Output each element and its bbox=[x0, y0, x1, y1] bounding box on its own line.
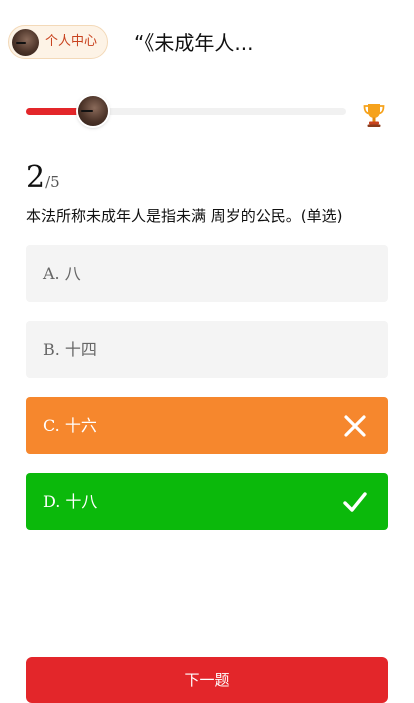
header-bar: 个人中心 “《未成年人... bbox=[0, 0, 414, 86]
option-d-label: D. 十八 bbox=[43, 492, 98, 511]
progress-avatar-knob bbox=[78, 96, 108, 126]
question-text: 本法所称未成年人是指未满 周岁的公民。(单选) bbox=[26, 207, 343, 225]
question-current-number: 2 bbox=[26, 160, 46, 195]
personal-center-label: 个人中心 bbox=[45, 34, 98, 49]
next-question-button[interactable]: 下一题 bbox=[26, 657, 388, 703]
question-total: /5 bbox=[45, 173, 60, 191]
quiz-title: “《未成年人... bbox=[134, 31, 254, 55]
option-a-label: A. 八 bbox=[43, 264, 81, 283]
progress-track bbox=[26, 108, 346, 115]
question-counter: 2/5 bbox=[26, 160, 60, 195]
close-icon bbox=[344, 415, 366, 437]
option-b[interactable]: B. 十四 bbox=[26, 321, 388, 378]
avatar bbox=[12, 29, 39, 56]
option-a[interactable]: A. 八 bbox=[26, 245, 388, 302]
check-icon bbox=[343, 492, 367, 512]
personal-center-button[interactable]: 个人中心 bbox=[8, 25, 108, 59]
quiz-progress bbox=[26, 96, 390, 128]
option-c-label: C. 十六 bbox=[43, 416, 97, 435]
option-c[interactable]: C. 十六 bbox=[26, 397, 388, 454]
trophy-icon bbox=[363, 104, 385, 127]
option-d[interactable]: D. 十八 bbox=[26, 473, 388, 530]
option-b-label: B. 十四 bbox=[43, 340, 97, 359]
